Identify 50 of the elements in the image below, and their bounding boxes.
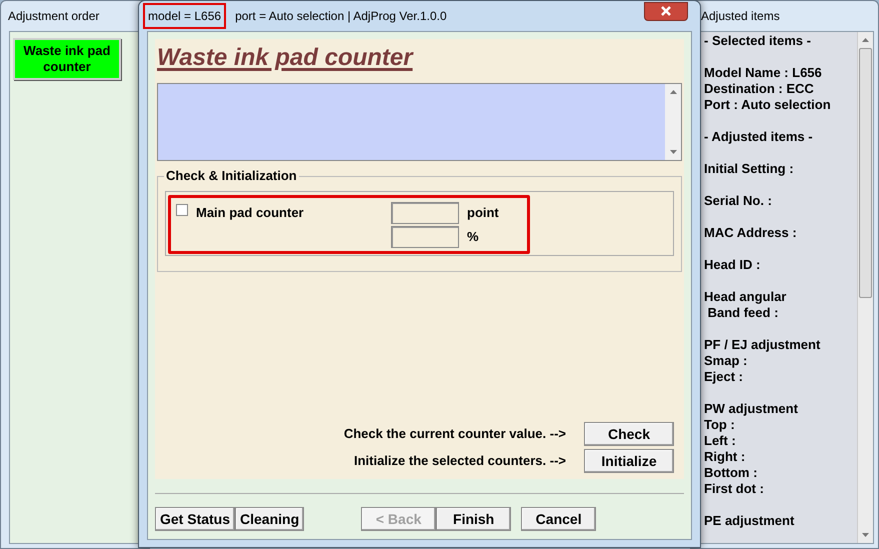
action-hint: Check the current counter value. --> (344, 425, 566, 444)
adjusted-item-text: PW adjustment (704, 401, 799, 417)
adjusted-item-text: Left : (704, 433, 737, 449)
scrollbar[interactable] (857, 32, 873, 543)
page-heading: Waste ink pad counter (157, 45, 413, 71)
counter-field[interactable] (391, 202, 459, 224)
window-title: Adjusted items (701, 8, 780, 25)
dialog-button[interactable]: Get Status (155, 507, 236, 531)
scroll-down-icon[interactable] (862, 533, 869, 537)
unit-label: % (467, 228, 479, 246)
unit-label: point (467, 204, 499, 222)
adjusted-item-text: Serial No. : (704, 193, 773, 209)
dialog-button[interactable]: Initialize (584, 449, 674, 473)
adjusted-item-text: Head angular (704, 289, 788, 305)
scroll-thumb[interactable] (859, 48, 872, 298)
window-title: model = L656 (143, 3, 226, 29)
adjusted-item-text: - Adjusted items - (704, 129, 814, 145)
adjusted-item-text: Band feed : (706, 305, 780, 321)
dialog-button[interactable]: Check (584, 422, 674, 446)
adjusted-item-text: PF / EJ adjustment (704, 337, 822, 353)
dialog-button[interactable]: Cancel (521, 507, 596, 531)
adjusted-item-text: - Selected items - (704, 33, 812, 49)
scroll-down-icon[interactable] (670, 150, 676, 154)
checkbox[interactable] (176, 204, 188, 216)
adjusted-item-text: Eject : (704, 369, 744, 385)
window-title: Adjustment order (8, 8, 100, 25)
step-button[interactable]: Waste ink pad counter (13, 38, 121, 80)
adjusted-item-text: Top : (704, 417, 736, 433)
close-button[interactable] (644, 2, 688, 20)
counter-label: Main pad counter (196, 205, 305, 222)
adjusted-item-text: MAC Address : (704, 225, 798, 241)
window-title: port = Auto selection | AdjProg Ver.1.0.0 (234, 8, 448, 25)
adjusted-item-text: Port : Auto selection (704, 97, 832, 113)
adjusted-item-text: PE adjustment (704, 513, 796, 529)
adjusted-item-text: Bottom : (704, 465, 758, 481)
adjusted-item-text: Initial Setting : (704, 161, 795, 177)
action-hint: Initialize the selected counters. --> (354, 452, 566, 470)
adjusted-item-text: First dot : (704, 481, 765, 497)
scroll-up-icon[interactable] (670, 90, 676, 94)
adjusted-item-text: Model Name : L656 (704, 65, 823, 81)
dialog-button[interactable]: Finish (436, 507, 512, 531)
scroll-up-icon[interactable] (862, 38, 869, 42)
close-icon (660, 6, 672, 16)
dialog-button[interactable]: Cleaning (235, 507, 304, 531)
counter-field[interactable] (391, 226, 459, 248)
log-text-area[interactable] (157, 83, 682, 161)
adjusted-item-text: Right : (704, 449, 746, 465)
adjusted-item-text: Head ID : (704, 257, 762, 273)
adjusted-item-text: Destination : ECC (704, 81, 815, 97)
adjusted-item-text: Smap : (704, 353, 748, 369)
